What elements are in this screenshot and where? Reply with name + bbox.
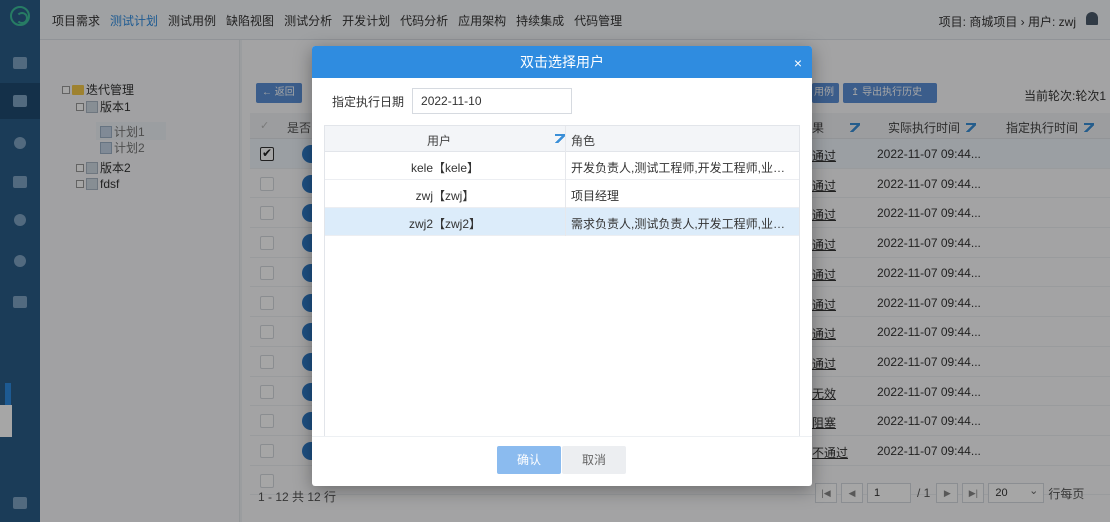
user-role: 需求负责人,测试负责人,开发工程师,业务负... xyxy=(571,217,795,231)
user-row[interactable]: zwj2【zwj2】 需求负责人,测试负责人,开发工程师,业务负... xyxy=(325,208,799,236)
filter-icon[interactable] xyxy=(555,134,565,143)
column-role: 角色 xyxy=(571,134,596,148)
user-table: 用户 角色 kele【kele】 开发负责人,测试工程师,开发工程师,业务负...… xyxy=(324,125,800,437)
user-name: zwj2【zwj2】 xyxy=(408,217,481,231)
close-icon[interactable]: × xyxy=(794,46,802,80)
date-label: 指定执行日期 xyxy=(332,94,405,109)
user-row[interactable]: kele【kele】 开发负责人,测试工程师,开发工程师,业务负... xyxy=(325,152,799,180)
user-name: kele【kele】 xyxy=(410,161,480,175)
date-input[interactable]: 2022-11-10 xyxy=(412,88,573,114)
user-role: 开发负责人,测试工程师,开发工程师,业务负... xyxy=(571,161,795,175)
cancel-button[interactable]: 取消 xyxy=(562,446,626,474)
column-divider xyxy=(565,126,566,236)
user-table-header: 用户 角色 xyxy=(325,126,799,152)
dialog-title-bar: 双击选择用户 × xyxy=(312,46,812,78)
column-user: 用户 xyxy=(427,134,452,148)
user-name: zwj【zwj】 xyxy=(415,189,475,203)
date-row: 指定执行日期 2022-11-10 xyxy=(332,88,573,114)
user-row[interactable]: zwj【zwj】 项目经理 xyxy=(325,180,799,208)
dialog-title: 双击选择用户 xyxy=(520,54,604,70)
confirm-button[interactable]: 确认 xyxy=(497,446,561,474)
user-role: 项目经理 xyxy=(571,189,620,203)
select-user-dialog: 双击选择用户 × 指定执行日期 2022-11-10 用户 角色 kele【ke… xyxy=(312,46,812,486)
